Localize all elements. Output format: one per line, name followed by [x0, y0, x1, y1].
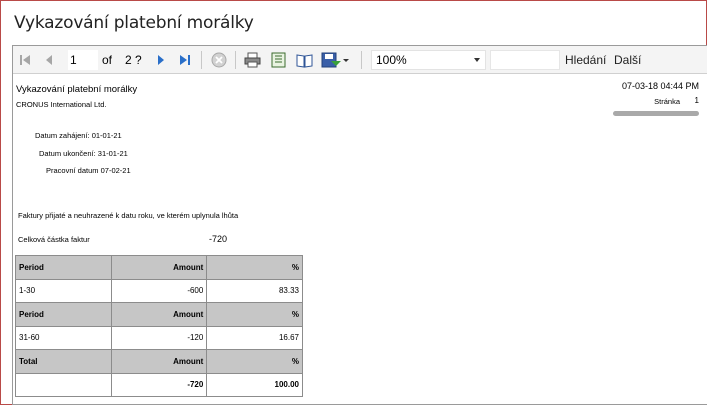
header-percent: % [206, 349, 303, 374]
export-icon [321, 52, 349, 68]
table-row: 31-60 -120 16.67 [15, 325, 303, 350]
toolbar-separator [361, 51, 362, 69]
cell-period: 1-30 [15, 278, 112, 303]
previous-page-button[interactable] [42, 50, 56, 70]
cell-total-empty [15, 372, 112, 397]
find-link[interactable]: Hledání [565, 53, 606, 67]
table-header-row: Total Amount % [15, 349, 303, 374]
company-name: CRONUS International Ltd. [16, 100, 107, 109]
header-period: Period [15, 302, 112, 327]
toolbar-separator [201, 51, 202, 69]
window-title: Vykazování platební morálky [14, 13, 254, 33]
user-id-redacted [613, 111, 699, 116]
page-number-input[interactable] [68, 50, 98, 70]
header-amount: Amount [110, 255, 208, 280]
table-total-row: -720 100.00 [15, 372, 303, 397]
aging-table: Period Amount % 1-30 -600 83.33 Period A… [15, 255, 303, 397]
print-icon [244, 52, 260, 68]
header-total: Total [15, 349, 112, 374]
report-page: Vykazování platební morálky CRONUS Inter… [13, 75, 707, 404]
total-pages: 2 ? [125, 53, 142, 67]
report-toolbar: of 2 ? [13, 46, 707, 74]
cell-percent: 83.33 [206, 278, 303, 303]
cell-total-amount: -720 [110, 372, 208, 397]
print-button[interactable] [242, 50, 262, 70]
report-datetime: 07-03-18 04:44 PM [621, 81, 699, 91]
header-amount: Amount [110, 349, 208, 374]
page-setup-icon [296, 53, 312, 68]
page-label: Stránka [654, 97, 680, 106]
start-date: Datum zahájení: 01-01-21 [35, 131, 122, 140]
page-setup-button[interactable] [294, 50, 314, 70]
export-button[interactable] [320, 50, 350, 70]
total-amount-value: -720 [209, 234, 228, 244]
zoom-select[interactable]: 100% [371, 50, 486, 70]
stop-icon [211, 52, 227, 68]
next-page-icon [158, 55, 164, 65]
table-header-row: Period Amount % [15, 302, 303, 327]
next-page-button[interactable] [154, 50, 168, 70]
header-percent: % [206, 302, 303, 327]
previous-page-icon [46, 55, 52, 65]
table-header-row: Period Amount % [15, 255, 303, 280]
toolbar-separator [235, 51, 236, 69]
header-period: Period [15, 255, 112, 280]
report-title: Vykazování platební morálky [16, 84, 138, 95]
header-amount: Amount [110, 302, 208, 327]
cell-total-percent: 100.00 [206, 372, 303, 397]
zoom-value: 100% [376, 53, 407, 67]
cell-amount: -600 [110, 278, 208, 303]
cell-amount: -120 [110, 325, 208, 350]
report-viewer: of 2 ? [12, 45, 707, 405]
first-page-button[interactable] [18, 50, 32, 70]
cell-percent: 16.67 [206, 325, 303, 350]
last-page-button[interactable] [178, 50, 192, 70]
page-number: 1 [694, 96, 699, 105]
cell-period: 31-60 [15, 325, 112, 350]
search-input[interactable] [490, 50, 560, 70]
report-description: Faktury přijaté a neuhrazené k datu roku… [18, 211, 239, 220]
total-amount-label: Celková částka faktur [18, 235, 90, 244]
find-next-link[interactable]: Další [614, 53, 641, 67]
first-page-icon [20, 55, 30, 65]
last-page-icon [180, 55, 190, 65]
of-label: of [102, 53, 113, 67]
work-date: Pracovní datum 07-02-21 [46, 166, 131, 175]
table-row: 1-30 -600 83.33 [15, 278, 303, 303]
print-layout-icon [271, 52, 285, 68]
print-layout-button[interactable] [268, 50, 288, 70]
end-date: Datum ukončení: 31-01-21 [39, 149, 128, 158]
chevron-down-icon [474, 58, 480, 62]
stop-button[interactable] [209, 50, 229, 70]
header-percent: % [206, 255, 303, 280]
